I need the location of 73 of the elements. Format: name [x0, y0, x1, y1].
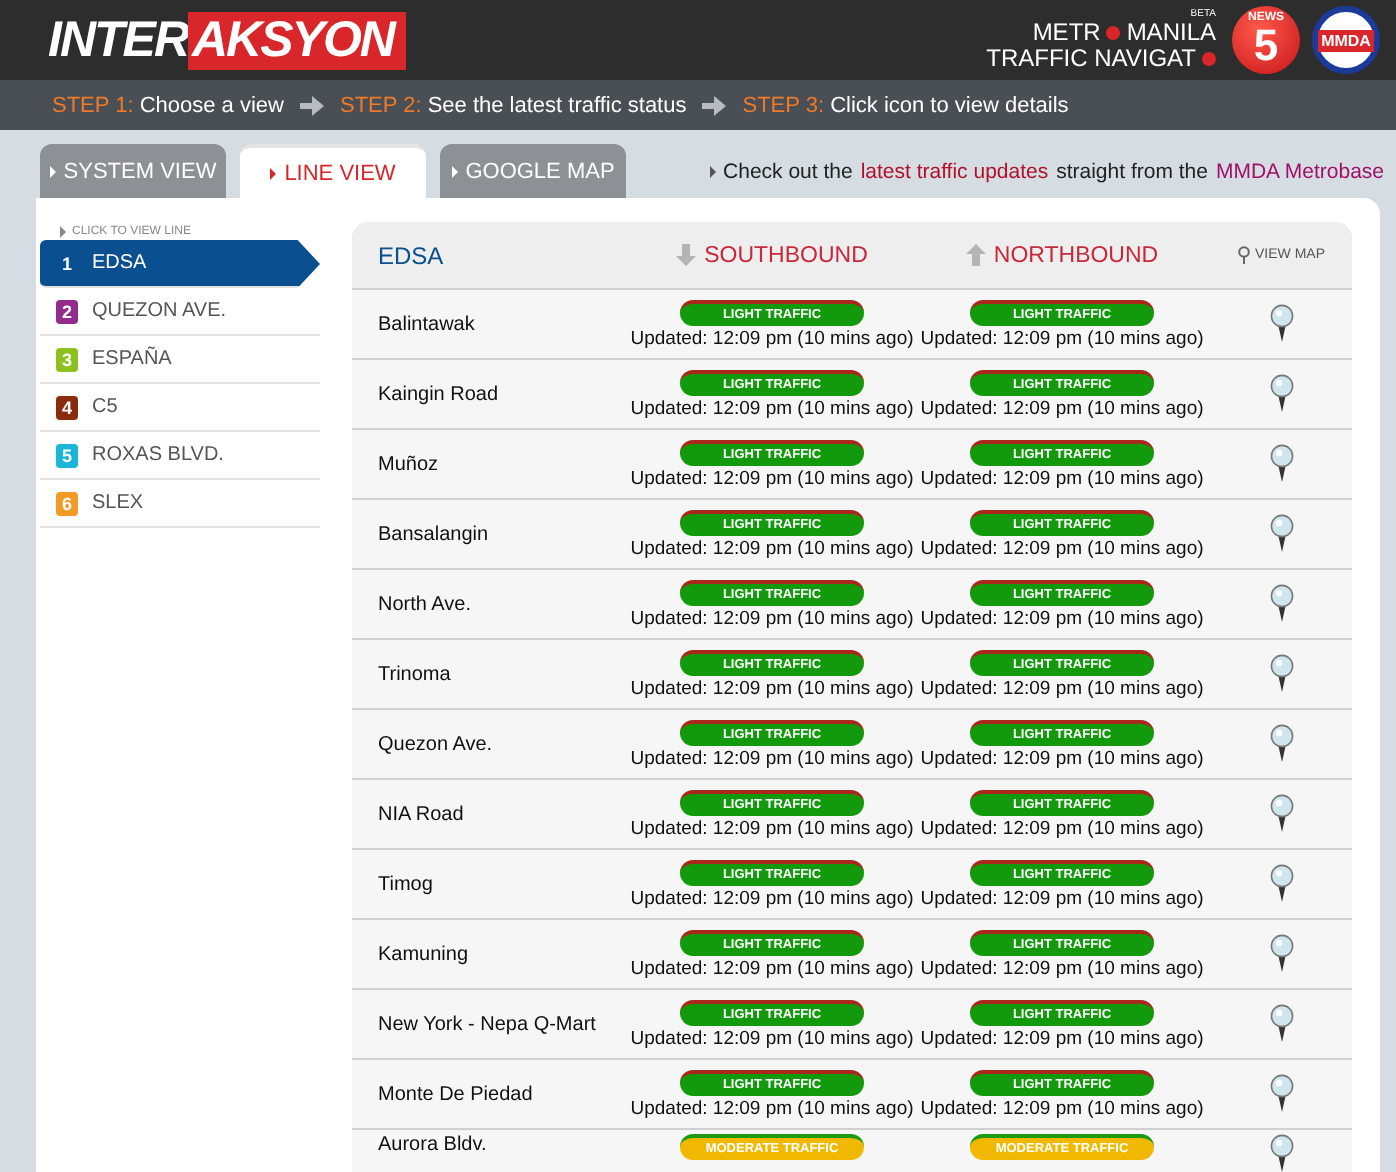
step-text: STEP 1: Choose a view	[52, 93, 284, 117]
location-name: Balintawak	[376, 313, 477, 335]
map-pin-icon[interactable]	[1270, 514, 1294, 554]
update-time-text: Updated: 12:09 pm (10 mins ago)	[630, 537, 914, 559]
map-pin-icon[interactable]	[1270, 374, 1294, 414]
map-pin-icon[interactable]	[1270, 724, 1294, 764]
location-name: NIA Road	[376, 803, 466, 825]
location-name: North Ave.	[376, 593, 474, 615]
location-name: Timog	[376, 873, 435, 895]
update-time-text: Updated: 12:09 pm (10 mins ago)	[630, 467, 914, 489]
map-pin-icon	[1238, 246, 1251, 264]
updates-link[interactable]: latest traffic updates	[860, 160, 1049, 184]
map-pin-icon[interactable]	[1270, 584, 1294, 624]
map-pin-icon[interactable]	[1270, 304, 1294, 344]
map-pin-icon[interactable]	[1270, 1134, 1294, 1172]
line-item[interactable]: 6 SLEX	[40, 480, 320, 528]
down-arrow-icon	[676, 244, 697, 266]
location-name: Trinoma	[376, 663, 453, 685]
right-arrow-icon	[702, 95, 727, 115]
map-pin-icon[interactable]	[1270, 934, 1294, 974]
line-item[interactable]: 2 QUEZON AVE.	[40, 288, 320, 336]
update-time-text: Updated: 12:09 pm (10 mins ago)	[920, 957, 1204, 979]
update-time-text: Updated: 12:09 pm (10 mins ago)	[630, 677, 914, 699]
update-time-text: Updated: 12:09 pm (10 mins ago)	[920, 467, 1204, 489]
map-pin-icon[interactable]	[1270, 1074, 1294, 1114]
location-name: Muñoz	[376, 453, 441, 475]
update-time-text: Updated: 12:09 pm (10 mins ago)	[920, 887, 1204, 909]
step-text: STEP 2: See the latest traffic status	[339, 93, 687, 117]
update-time-text: Updated: 12:09 pm (10 mins ago)	[630, 607, 914, 629]
view-tab[interactable]: LINE VIEW	[240, 144, 426, 198]
update-time-text: Updated: 12:09 pm (10 mins ago)	[920, 397, 1204, 419]
step-text: STEP 3: Click icon to view details	[742, 93, 1069, 117]
location-name: New York - Nepa Q-Mart	[376, 1013, 598, 1035]
map-pin-icon[interactable]	[1270, 864, 1294, 904]
up-arrow-icon	[965, 244, 986, 266]
update-time-text: Updated: 12:09 pm (10 mins ago)	[920, 817, 1204, 839]
metrobase-link[interactable]: MMDA Metrobase	[1215, 160, 1384, 184]
update-time-text: Updated: 12:09 pm (10 mins ago)	[920, 607, 1204, 629]
line-title: EDSA	[376, 241, 446, 269]
update-time-text: Updated: 12:09 pm (10 mins ago)	[920, 327, 1204, 349]
update-time-text: Updated: 12:09 pm (10 mins ago)	[630, 887, 914, 909]
update-time-text: Updated: 12:09 pm (10 mins ago)	[920, 1097, 1204, 1119]
line-item[interactable]: 3 ESPAÑA	[40, 336, 320, 384]
line-item[interactable]: 5 ROXAS BLVD.	[40, 432, 320, 480]
agency-logo: MMDA	[1312, 6, 1380, 74]
update-time-text: Updated: 12:09 pm (10 mins ago)	[630, 1027, 914, 1049]
map-pin-icon[interactable]	[1270, 654, 1294, 694]
line-item[interactable]: 4 C5	[40, 384, 320, 432]
line-item[interactable]: 1 EDSA	[40, 240, 320, 288]
update-time-text: Updated: 12:09 pm (10 mins ago)	[630, 957, 914, 979]
location-name: Aurora Bldv.	[376, 1134, 489, 1156]
map-pin-icon[interactable]	[1270, 794, 1294, 834]
update-time-text: Updated: 12:09 pm (10 mins ago)	[630, 397, 914, 419]
column-header: NORTHBOUND	[993, 243, 1159, 267]
location-name: Kamuning	[376, 943, 471, 965]
update-time-text: Updated: 12:09 pm (10 mins ago)	[920, 677, 1204, 699]
update-time-text: Updated: 12:09 pm (10 mins ago)	[630, 327, 914, 349]
right-arrow-icon	[299, 95, 324, 115]
update-time-text: Updated: 12:09 pm (10 mins ago)	[630, 1097, 914, 1119]
location-name: Bansalangin	[376, 523, 491, 545]
update-time-text: Updated: 12:09 pm (10 mins ago)	[630, 747, 914, 769]
update-time-text: Updated: 12:09 pm (10 mins ago)	[630, 817, 914, 839]
update-time-text: Updated: 12:09 pm (10 mins ago)	[920, 537, 1204, 559]
location-name: Quezon Ave.	[376, 733, 495, 755]
update-time-text: Updated: 12:09 pm (10 mins ago)	[920, 1027, 1204, 1049]
notice-text: straight from the	[1056, 160, 1208, 184]
location-name: Monte De Piedad	[376, 1083, 535, 1105]
map-pin-icon[interactable]	[1270, 1004, 1294, 1044]
map-pin-icon[interactable]	[1270, 444, 1294, 484]
location-name: Kaingin Road	[376, 383, 501, 405]
update-time-text: Updated: 12:09 pm (10 mins ago)	[920, 747, 1204, 769]
column-header: SOUTHBOUND	[704, 243, 868, 267]
notice-text: Check out the	[723, 160, 853, 184]
